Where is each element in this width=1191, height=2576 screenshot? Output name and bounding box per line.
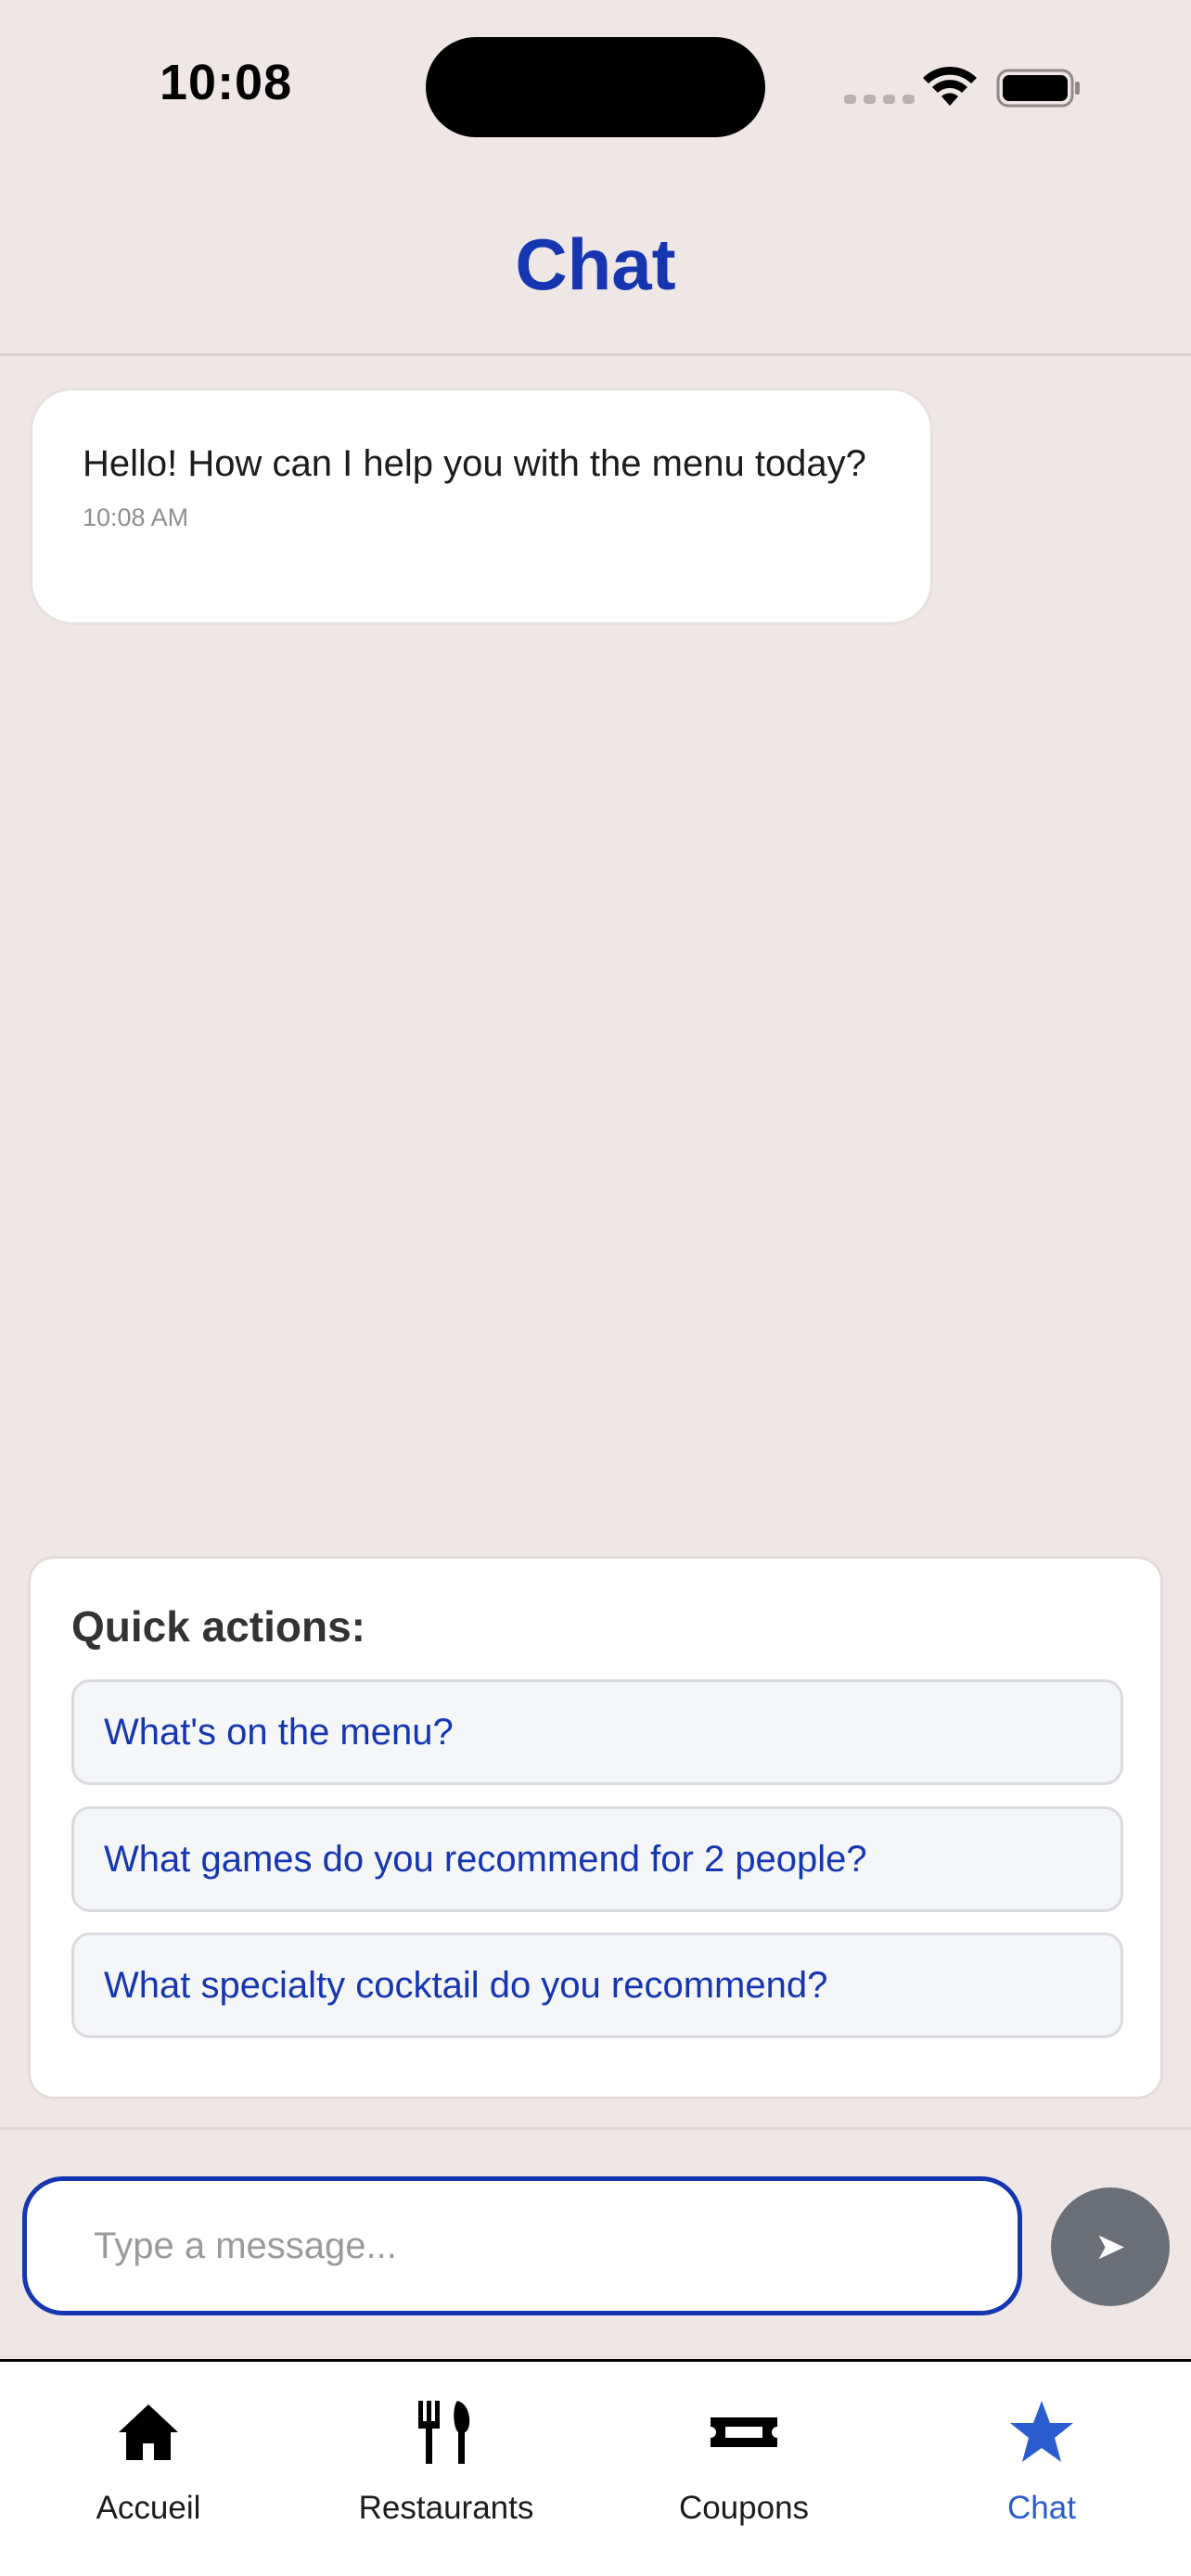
quick-action-games-button[interactable]: What games do you recommend for 2 people… bbox=[71, 1806, 1123, 1912]
quick-actions-title: Quick actions: bbox=[71, 1602, 365, 1651]
send-arrow-icon: ➤ bbox=[1095, 2226, 1126, 2267]
message-text: Hello! How can I help you with the menu … bbox=[83, 443, 866, 484]
battery-icon bbox=[996, 69, 1080, 108]
fork-knife-icon bbox=[418, 2401, 470, 2464]
home-icon bbox=[119, 2404, 178, 2460]
wifi-icon bbox=[923, 66, 977, 106]
tab-chat[interactable]: Chat bbox=[893, 2395, 1190, 2553]
status-time: 10:08 bbox=[160, 55, 293, 110]
quick-actions-panel: Quick actions: What's on the menu? What … bbox=[28, 1556, 1163, 2099]
tab-accueil[interactable]: Accueil bbox=[0, 2395, 297, 2553]
tab-label: Chat bbox=[1007, 2490, 1076, 2526]
cellular-signal-icon bbox=[844, 95, 915, 104]
quick-action-menu-button[interactable]: What's on the menu? bbox=[71, 1679, 1123, 1785]
app-header: Chat bbox=[0, 176, 1191, 356]
page-title: Chat bbox=[515, 223, 676, 305]
message-timestamp: 10:08 AM bbox=[83, 504, 189, 531]
assistant-message-bubble: Hello! How can I help you with the menu … bbox=[30, 388, 933, 625]
tab-label: Restaurants bbox=[358, 2490, 534, 2526]
message-composer: Type a message... ➤ bbox=[0, 2127, 1191, 2359]
message-input[interactable]: Type a message... bbox=[22, 2176, 1022, 2315]
dynamic-island bbox=[426, 37, 765, 137]
ticket-icon bbox=[711, 2417, 777, 2447]
send-button[interactable]: ➤ bbox=[1051, 2187, 1170, 2306]
tab-restaurants[interactable]: Restaurants bbox=[298, 2395, 595, 2553]
tab-label: Coupons bbox=[678, 2490, 810, 2526]
tab-coupons[interactable]: Coupons bbox=[596, 2395, 892, 2553]
bottom-tab-bar: Accueil Restaurants Coupons Chat bbox=[0, 2359, 1191, 2576]
status-bar: 10:08 bbox=[0, 0, 1191, 176]
tab-label: Accueil bbox=[96, 2490, 201, 2526]
star-icon bbox=[1010, 2401, 1073, 2462]
quick-action-cocktail-button[interactable]: What specialty cocktail do you recommend… bbox=[71, 1932, 1123, 2038]
